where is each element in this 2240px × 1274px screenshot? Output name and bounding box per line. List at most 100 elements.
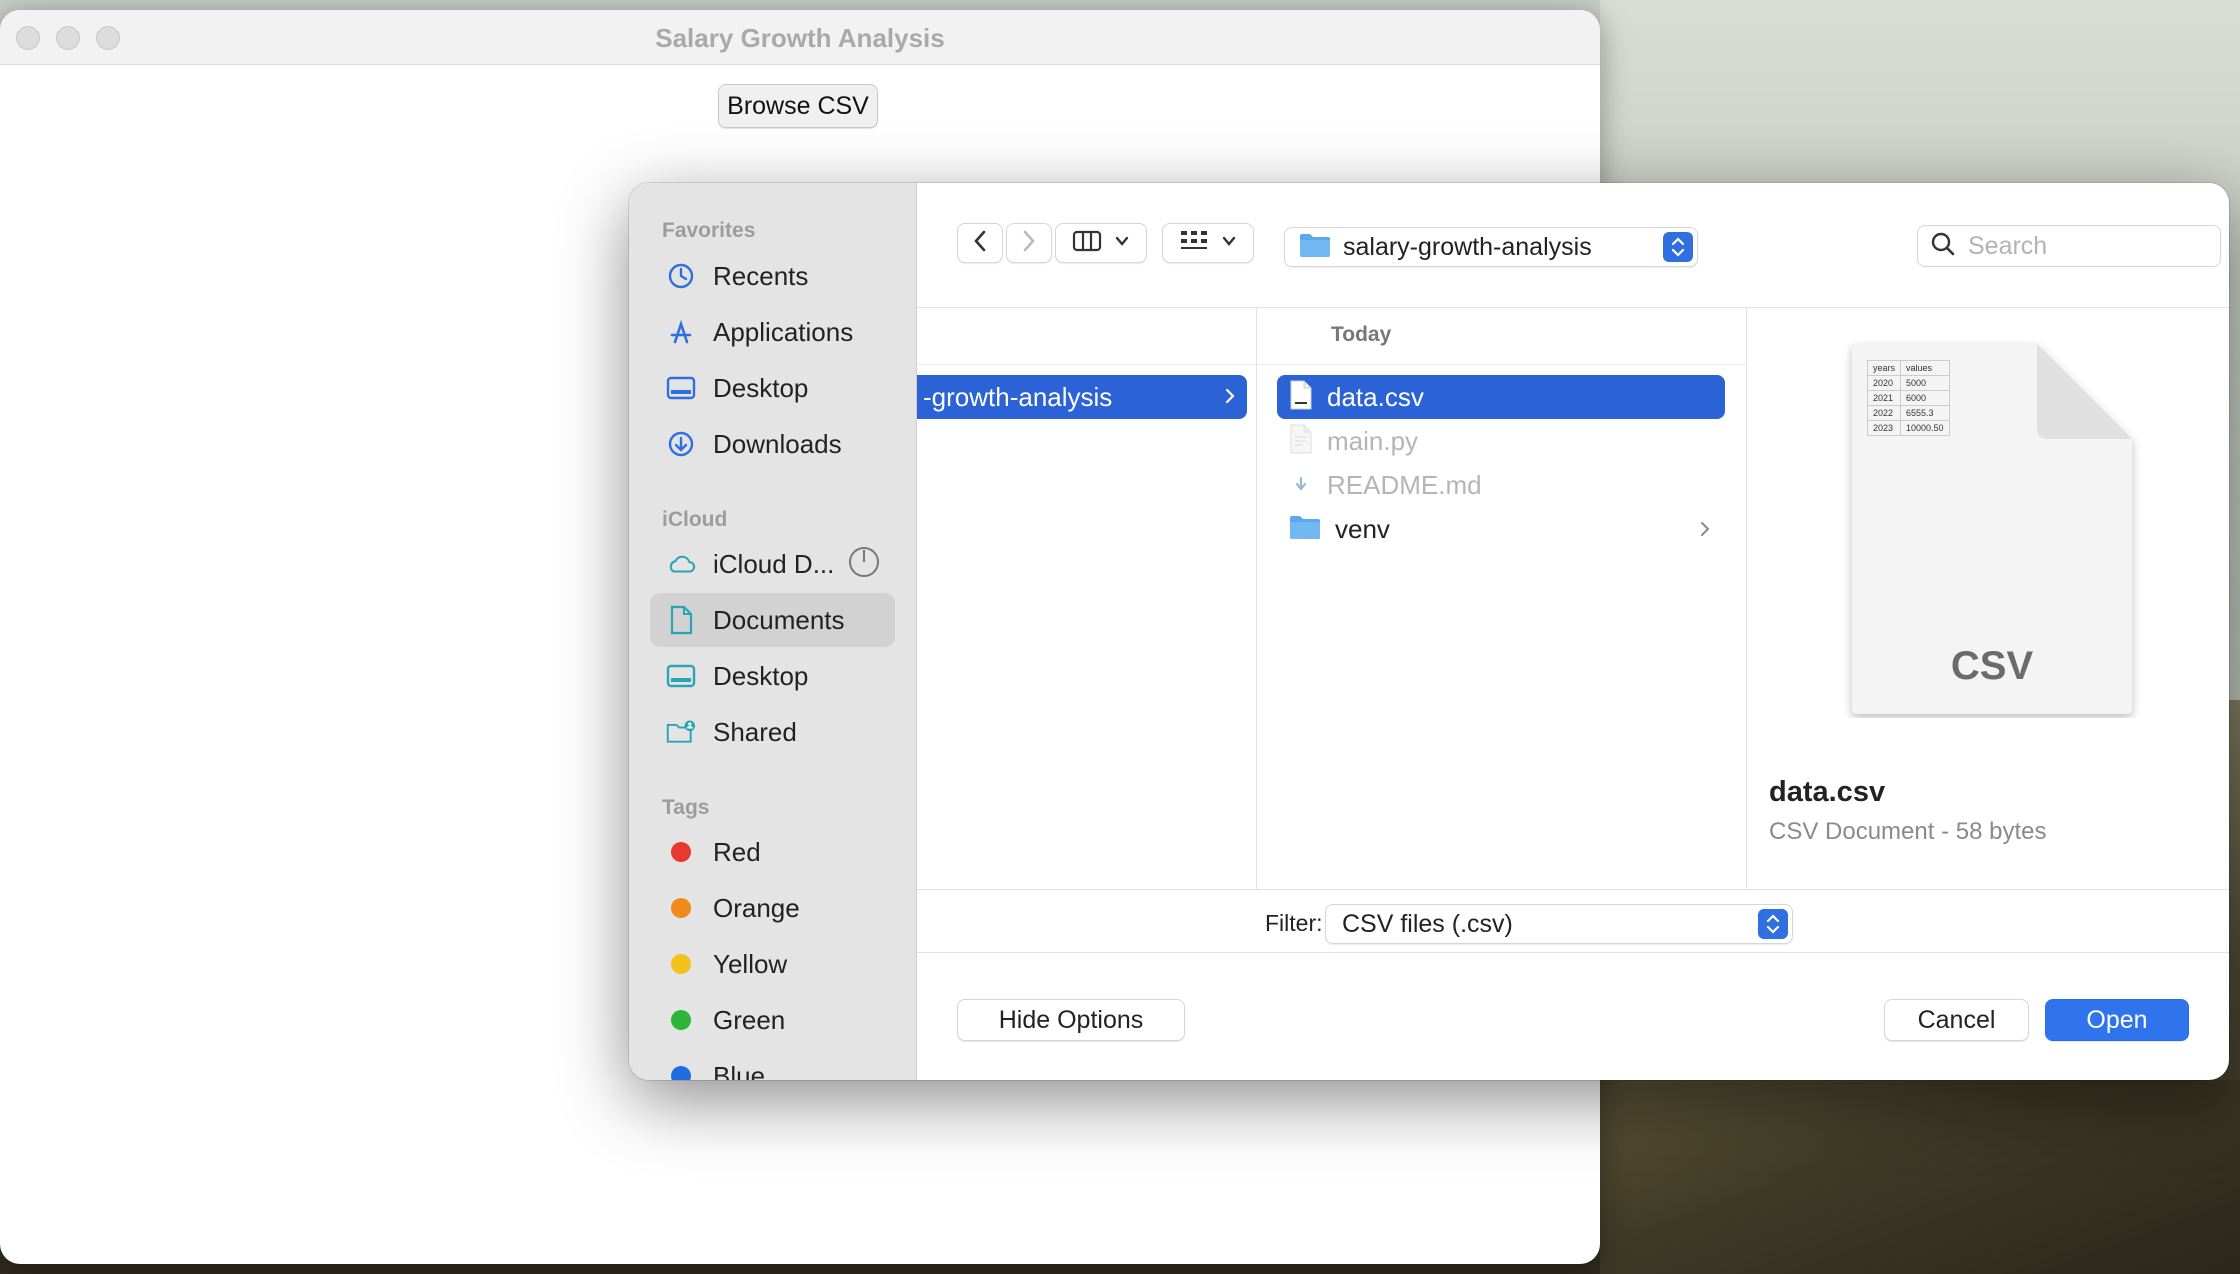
sidebar-tag-yellow[interactable]: Yellow <box>650 937 895 991</box>
sidebar-item-documents[interactable]: Documents <box>650 593 895 647</box>
chevron-down-icon <box>1221 234 1237 252</box>
chevron-left-icon <box>972 229 988 258</box>
preview-table-cell: 2023 <box>1866 420 1902 436</box>
location-popup[interactable]: salary-growth-analysis <box>1284 227 1698 267</box>
sidebar-item-label: Downloads <box>713 428 842 459</box>
chevron-right-icon <box>1699 519 1711 544</box>
sidebar-item-icloud-desktop[interactable]: Desktop <box>650 649 895 703</box>
shared-folder-icon <box>666 717 696 747</box>
document-icon <box>666 605 696 635</box>
search-icon <box>1930 231 1956 262</box>
tags-header: Tags <box>662 796 710 819</box>
sidebar-item-label: Green <box>713 1004 786 1035</box>
icloud-header: iCloud <box>662 508 728 531</box>
group-view-button[interactable] <box>1162 223 1254 263</box>
column-header: Today <box>1257 308 1746 365</box>
updown-stepper-icon <box>1758 909 1788 939</box>
file-type-filter-select[interactable]: CSV files (.csv) <box>1325 904 1793 944</box>
search-input[interactable] <box>1966 230 2210 262</box>
filter-value: CSV files (.csv) <box>1342 909 1513 938</box>
file-row-data-csv[interactable]: data.csv <box>1277 375 1725 419</box>
sidebar-item-label: Recents <box>713 260 809 291</box>
sidebar-item-label: Orange <box>713 892 800 923</box>
columns-view-icon <box>1072 229 1102 258</box>
sidebar-item-shared[interactable]: Shared <box>650 705 895 759</box>
desktop-wallpaper-hills <box>1600 1080 2240 1274</box>
cloud-icon <box>666 549 696 579</box>
preview-table-header: values <box>1900 360 1950 376</box>
sidebar-item-applications[interactable]: Applications <box>650 305 895 359</box>
column-header <box>917 308 1256 365</box>
chevron-right-icon <box>1223 385 1237 412</box>
file-row-label: main.py <box>1327 425 1419 456</box>
sidebar-item-label: iCloud D... <box>713 548 835 579</box>
view-mode-columns-button[interactable] <box>1055 223 1147 263</box>
favorites-header: Favorites <box>662 219 756 242</box>
preview-file-meta: CSV Document - 58 bytes <box>1769 818 2047 845</box>
preview-table-cell: 6000 <box>1900 390 1950 406</box>
filter-bar: Filter: CSV files (.csv) <box>917 889 2229 953</box>
sidebar-item-icloud-drive[interactable]: iCloud D... <box>650 537 895 591</box>
sidebar-item-label: Documents <box>713 604 845 635</box>
chevron-right-icon <box>1021 229 1037 258</box>
clock-icon <box>666 261 696 291</box>
sync-progress-icon <box>848 546 880 583</box>
preview-table-cell: 2022 <box>1866 405 1902 421</box>
orange-tag-icon <box>671 898 691 918</box>
red-tag-icon <box>671 842 691 862</box>
python-file-icon <box>1289 424 1313 459</box>
folder-row-label: -growth-analysis <box>923 381 1113 412</box>
filter-label: Filter: <box>1265 910 1323 936</box>
desktop-icon <box>666 661 696 691</box>
preview-table-cell: 2020 <box>1866 375 1902 391</box>
preview-table-cell: 5000 <box>1900 375 1950 391</box>
markdown-file-icon <box>1289 468 1313 503</box>
preview-table-header: years <box>1866 360 1902 376</box>
sidebar-tag-red[interactable]: Red <box>650 825 895 879</box>
sidebar-item-label: Blue <box>713 1060 766 1081</box>
file-row-readme-md: README.md <box>1277 463 1725 507</box>
hide-options-button[interactable]: Hide Options <box>957 999 1185 1041</box>
sidebar-tag-green[interactable]: Green <box>650 993 895 1047</box>
preview-table-cell: 10000.50 <box>1900 420 1950 436</box>
downloads-icon <box>666 429 696 459</box>
sidebar-tag-blue[interactable]: Blue <box>650 1049 895 1080</box>
location-label: salary-growth-analysis <box>1343 232 1592 261</box>
preview-table-cell: 6555.3 <box>1900 405 1950 421</box>
grid-group-icon <box>1179 228 1209 259</box>
desktop-icon <box>666 373 696 403</box>
chevron-down-icon <box>1114 234 1130 252</box>
preview-pane: years values 2020 5000 2021 6000 2022 6555.3… <box>1747 308 2229 889</box>
folder-row-venv[interactable]: venv <box>1277 507 1725 551</box>
file-row-label: data.csv <box>1327 381 1424 412</box>
sidebar-item-downloads[interactable]: Downloads <box>650 417 895 471</box>
sidebar-item-label: Yellow <box>713 948 788 979</box>
back-button[interactable] <box>957 223 1003 263</box>
updown-stepper-icon <box>1663 232 1693 262</box>
sidebar-tag-orange[interactable]: Orange <box>650 881 895 935</box>
folder-icon <box>1299 232 1331 263</box>
folder-row-salary-growth-analysis[interactable]: -growth-analysis <box>917 375 1247 419</box>
sidebar-item-label: Desktop <box>713 660 809 691</box>
green-tag-icon <box>671 1010 691 1030</box>
open-button[interactable]: Open <box>2045 999 2189 1041</box>
sidebar-item-label: Red <box>713 836 761 867</box>
group-header-today: Today <box>1331 323 1392 346</box>
csv-file-icon <box>1289 380 1313 415</box>
folder-icon <box>1289 514 1321 545</box>
search-field[interactable] <box>1917 225 2221 267</box>
file-row-main-py: main.py <box>1277 419 1725 463</box>
sidebar-item-desktop[interactable]: Desktop <box>650 361 895 415</box>
app-titlebar: Salary Growth Analysis <box>0 10 1600 65</box>
yellow-tag-icon <box>671 954 691 974</box>
forward-button[interactable] <box>1006 223 1052 263</box>
csv-icon-label: CSV <box>1950 644 2034 688</box>
file-row-label: README.md <box>1327 469 1482 500</box>
browse-csv-button[interactable]: Browse CSV <box>718 84 878 128</box>
sidebar-item-recents[interactable]: Recents <box>650 249 895 303</box>
browser-column-parent: -growth-analysis <box>917 308 1257 889</box>
file-row-label: venv <box>1335 513 1390 544</box>
dialog-sidebar: Favorites Recents Applications Desktop D… <box>629 183 917 1080</box>
open-file-dialog: Favorites Recents Applications Desktop D… <box>629 183 2229 1080</box>
cancel-button[interactable]: Cancel <box>1884 999 2029 1041</box>
